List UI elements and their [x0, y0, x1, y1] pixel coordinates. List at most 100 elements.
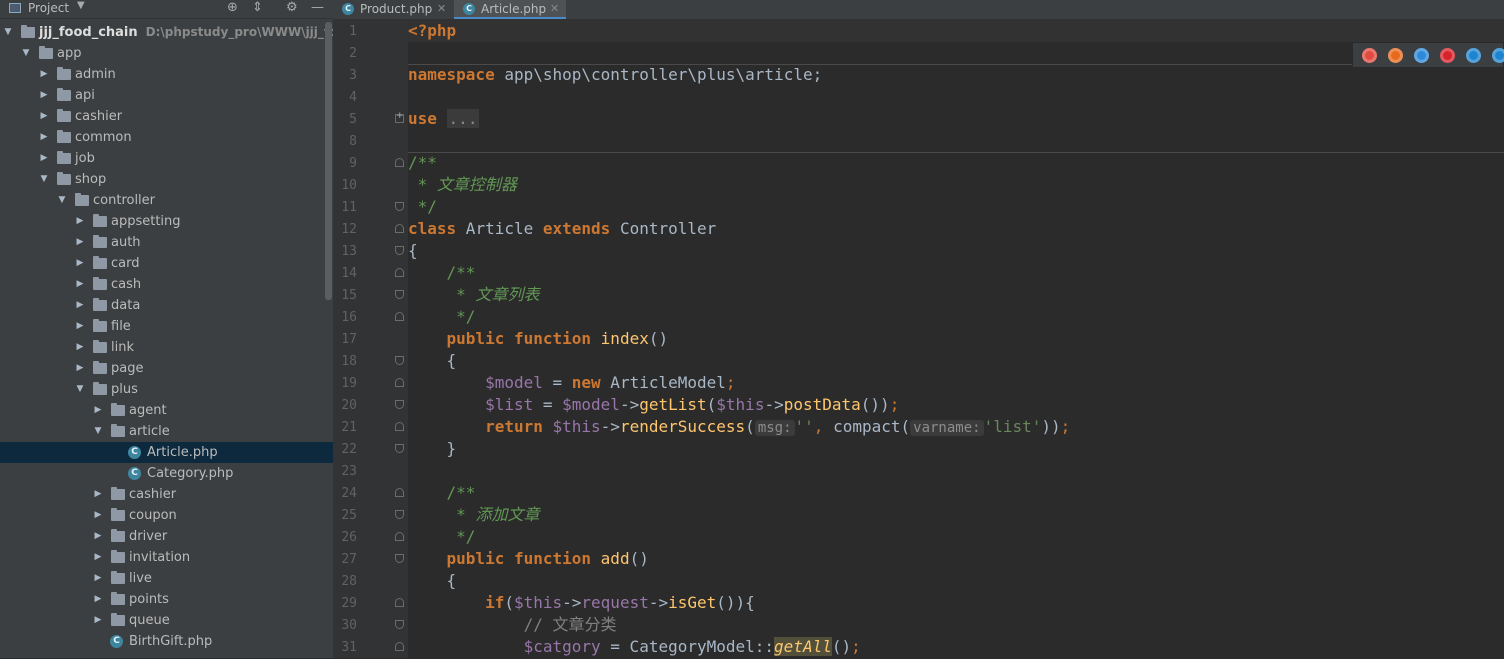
code-token: ->	[648, 593, 669, 612]
ie-icon[interactable]	[1466, 48, 1481, 63]
fold-marker-icon[interactable]	[395, 290, 404, 299]
fold-marker-icon[interactable]	[395, 422, 404, 431]
tree-folder[interactable]: ▼ plus	[0, 379, 333, 400]
chevron-down-icon[interactable]: ▼	[77, 0, 85, 11]
tree-folder[interactable]: ▶ cash	[0, 274, 333, 295]
tree-folder[interactable]: ▶ admin	[0, 64, 333, 85]
tree-folder[interactable]: ▶ appsetting	[0, 211, 333, 232]
fold-marker-icon[interactable]	[395, 532, 404, 541]
chevron-right-icon[interactable]: ▶	[75, 274, 85, 295]
tab-article-php[interactable]: C Article.php ✕	[454, 0, 566, 19]
tree-file[interactable]: C BirthGift.php	[0, 631, 333, 652]
chevron-down-icon[interactable]: ▼	[93, 421, 103, 442]
tree-folder[interactable]: ▶ coupon	[0, 505, 333, 526]
opera-icon[interactable]	[1440, 48, 1455, 63]
chevron-right-icon[interactable]: ▶	[75, 253, 85, 274]
tree-folder[interactable]: ▶ api	[0, 85, 333, 106]
edge-icon[interactable]	[1492, 48, 1504, 63]
fold-marker-icon[interactable]	[395, 224, 404, 233]
fold-marker-icon[interactable]	[395, 158, 404, 167]
chevron-right-icon[interactable]: ▶	[93, 400, 103, 421]
tree-folder[interactable]: ▶ points	[0, 589, 333, 610]
safari-icon[interactable]	[1414, 48, 1429, 63]
code-token: /**	[446, 263, 476, 282]
tree-folder[interactable]: ▶ live	[0, 568, 333, 589]
chevron-right-icon[interactable]: ▶	[75, 358, 85, 379]
close-icon[interactable]: ✕	[437, 0, 446, 18]
chevron-down-icon[interactable]: ▼	[21, 43, 31, 64]
chevron-right-icon[interactable]: ▶	[75, 316, 85, 337]
tree-folder[interactable]: ▼ article	[0, 421, 333, 442]
fold-marker-icon[interactable]	[395, 554, 404, 563]
chevron-right-icon[interactable]: ▶	[39, 127, 49, 148]
chevron-down-icon[interactable]: ▼	[3, 22, 13, 43]
tree-file[interactable]: C Article.php	[0, 442, 333, 463]
fold-marker-icon[interactable]	[395, 268, 404, 277]
chevron-right-icon[interactable]: ▶	[39, 148, 49, 169]
tree-folder[interactable]: ▶ driver	[0, 526, 333, 547]
chevron-right-icon[interactable]: ▶	[75, 337, 85, 358]
chevron-right-icon[interactable]: ▶	[93, 526, 103, 547]
tree-folder[interactable]: ▶ common	[0, 127, 333, 148]
chevron-right-icon[interactable]: ▶	[93, 610, 103, 631]
tree-folder[interactable]: ▶ page	[0, 358, 333, 379]
fold-marker-icon[interactable]	[395, 400, 404, 409]
project-title[interactable]: Project	[28, 1, 69, 15]
chevron-right-icon[interactable]: ▶	[75, 232, 85, 253]
fold-marker-icon[interactable]	[395, 510, 404, 519]
tree-folder[interactable]: ▶ file	[0, 316, 333, 337]
tree-folder[interactable]: ▶ link	[0, 337, 333, 358]
chevron-right-icon[interactable]: ▶	[39, 106, 49, 127]
locate-icon[interactable]: ⊕	[227, 0, 238, 15]
fold-marker-icon[interactable]	[395, 246, 404, 255]
code-token: {	[408, 241, 418, 260]
chevron-right-icon[interactable]: ▶	[39, 64, 49, 85]
chevron-right-icon[interactable]: ▶	[93, 568, 103, 589]
tree-folder[interactable]: ▼ jjj_food_chain D:\phpstudy_pro\WWW\jjj_f…	[0, 22, 333, 43]
fold-marker-icon[interactable]	[395, 378, 404, 387]
fold-marker-icon[interactable]	[395, 444, 404, 453]
chrome-icon[interactable]	[1362, 48, 1377, 63]
tree-folder[interactable]: ▼ app	[0, 43, 333, 64]
php-class-icon: C	[463, 3, 475, 15]
fold-marker-icon[interactable]	[395, 598, 404, 607]
tab-product-php[interactable]: C Product.php ✕	[333, 0, 453, 19]
tree-folder[interactable]: ▶ invitation	[0, 547, 333, 568]
tree-folder[interactable]: ▶ agent	[0, 400, 333, 421]
chevron-right-icon[interactable]: ▶	[93, 484, 103, 505]
tree-folder[interactable]: ▼ shop	[0, 169, 333, 190]
tree-scrollbar[interactable]	[325, 22, 332, 300]
tree-folder[interactable]: ▶ queue	[0, 610, 333, 631]
chevron-down-icon[interactable]: ▼	[57, 190, 67, 211]
hide-icon[interactable]: —	[311, 0, 324, 15]
code-editor[interactable]: <?php namespace app\shop\controller\plus\…	[408, 20, 1504, 658]
fold-marker-icon[interactable]	[395, 642, 404, 651]
chevron-right-icon[interactable]: ▶	[75, 295, 85, 316]
tree-folder[interactable]: ▶ auth	[0, 232, 333, 253]
chevron-right-icon[interactable]: ▶	[39, 85, 49, 106]
tree-folder[interactable]: ▶ cashier	[0, 106, 333, 127]
tree-folder[interactable]: ▶ data	[0, 295, 333, 316]
tree-file[interactable]: C Category.php	[0, 463, 333, 484]
expand-fold-icon[interactable]	[395, 111, 404, 123]
chevron-right-icon[interactable]: ▶	[93, 589, 103, 610]
tree-folder[interactable]: ▶ job	[0, 148, 333, 169]
tree-folder[interactable]: ▶ card	[0, 253, 333, 274]
chevron-right-icon[interactable]: ▶	[93, 505, 103, 526]
gear-icon[interactable]: ⚙	[286, 0, 298, 15]
fold-marker-icon[interactable]	[395, 488, 404, 497]
firefox-icon[interactable]	[1388, 48, 1403, 63]
fold-marker-icon[interactable]	[395, 202, 404, 211]
close-icon[interactable]: ✕	[550, 0, 559, 18]
chevron-right-icon[interactable]: ▶	[93, 547, 103, 568]
tree-folder[interactable]: ▶ cashier	[0, 484, 333, 505]
fold-marker-icon[interactable]	[395, 620, 404, 629]
fold-marker-icon[interactable]	[395, 356, 404, 365]
chevron-down-icon[interactable]: ▼	[75, 379, 85, 400]
tree-folder[interactable]: ▼ controller	[0, 190, 333, 211]
fold-marker-icon[interactable]	[395, 312, 404, 321]
collapse-all-icon[interactable]: ⇕	[252, 0, 263, 15]
chevron-right-icon[interactable]: ▶	[75, 211, 85, 232]
chevron-down-icon[interactable]: ▼	[39, 169, 49, 190]
method-separator	[408, 152, 1504, 153]
